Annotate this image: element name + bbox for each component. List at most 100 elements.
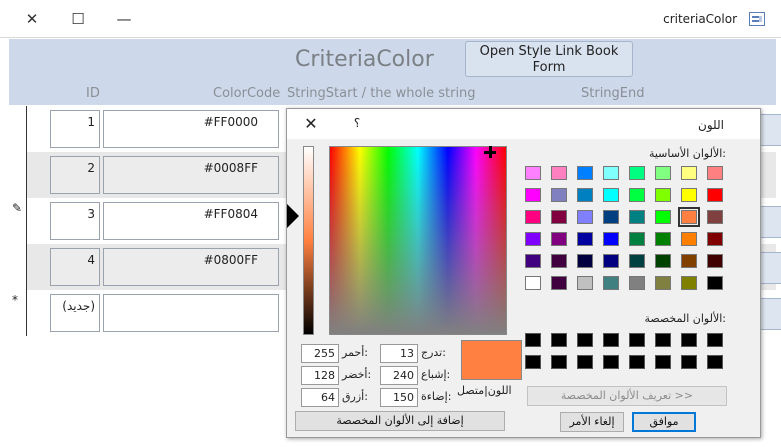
basic-color-swatch[interactable] bbox=[681, 188, 697, 202]
red-field[interactable]: 255 bbox=[301, 344, 339, 363]
basic-color-swatch[interactable] bbox=[577, 254, 593, 268]
custom-color-swatch[interactable] bbox=[603, 355, 619, 369]
basic-color-swatch[interactable] bbox=[525, 232, 541, 246]
cancel-button[interactable]: إلغاء الأمر bbox=[560, 412, 624, 432]
basic-color-swatch[interactable] bbox=[629, 254, 645, 268]
basic-color-swatch[interactable] bbox=[655, 276, 671, 290]
green-field[interactable]: 128 bbox=[301, 366, 339, 385]
basic-color-swatch[interactable] bbox=[603, 276, 619, 290]
custom-color-swatch[interactable] bbox=[525, 333, 541, 347]
id-field[interactable]: 2 bbox=[50, 156, 100, 194]
crosshair-icon[interactable] bbox=[484, 146, 496, 158]
close-window-button[interactable]: ✕ bbox=[18, 8, 46, 30]
basic-color-swatch[interactable] bbox=[577, 232, 593, 246]
custom-color-swatch[interactable] bbox=[707, 333, 723, 347]
luminance-arrow-icon[interactable] bbox=[287, 204, 299, 228]
lum-field[interactable]: 150 bbox=[380, 388, 418, 407]
basic-color-swatch[interactable] bbox=[707, 276, 723, 290]
row-action-button[interactable] bbox=[759, 206, 781, 238]
custom-color-swatch[interactable] bbox=[655, 355, 671, 369]
id-field[interactable]: 4 bbox=[50, 248, 100, 286]
basic-color-swatch[interactable] bbox=[707, 188, 723, 202]
basic-color-swatch[interactable] bbox=[655, 166, 671, 180]
basic-color-swatch[interactable] bbox=[681, 254, 697, 268]
basic-color-swatch[interactable] bbox=[577, 210, 593, 224]
define-custom-colors-button[interactable]: تعريف الألوان المخصصة >> bbox=[527, 386, 727, 406]
basic-color-swatch[interactable] bbox=[681, 166, 697, 180]
add-to-custom-colors-button[interactable]: إضافة إلى الألوان المخصصة bbox=[295, 411, 505, 431]
luminance-slider[interactable] bbox=[303, 146, 314, 335]
record-selector[interactable]: * bbox=[9, 290, 27, 336]
basic-color-swatch[interactable] bbox=[551, 188, 567, 202]
colorcode-field[interactable]: #0008FF bbox=[103, 156, 279, 194]
basic-color-swatch[interactable] bbox=[603, 232, 619, 246]
basic-color-swatch[interactable] bbox=[525, 188, 541, 202]
basic-color-swatch[interactable] bbox=[681, 232, 697, 246]
row-action-button[interactable] bbox=[759, 298, 781, 330]
basic-color-swatch[interactable] bbox=[629, 232, 645, 246]
colorcode-field[interactable] bbox=[103, 294, 279, 332]
basic-color-swatch[interactable] bbox=[707, 210, 723, 224]
custom-color-swatch[interactable] bbox=[681, 333, 697, 347]
basic-color-swatch[interactable] bbox=[678, 207, 700, 227]
custom-color-swatch[interactable] bbox=[655, 333, 671, 347]
custom-color-swatch[interactable] bbox=[681, 355, 697, 369]
basic-color-swatch[interactable] bbox=[655, 232, 671, 246]
basic-color-swatch[interactable] bbox=[629, 188, 645, 202]
colorcode-field[interactable]: #FF0000 bbox=[103, 110, 279, 148]
basic-color-swatch[interactable] bbox=[577, 188, 593, 202]
custom-color-swatch[interactable] bbox=[551, 333, 567, 347]
custom-color-swatch[interactable] bbox=[577, 333, 593, 347]
basic-color-swatch[interactable] bbox=[577, 276, 593, 290]
basic-color-swatch[interactable] bbox=[525, 166, 541, 180]
basic-color-swatch[interactable] bbox=[707, 232, 723, 246]
basic-color-swatch[interactable] bbox=[603, 254, 619, 268]
basic-color-swatch[interactable] bbox=[603, 188, 619, 202]
hue-field[interactable]: 13 bbox=[380, 344, 418, 363]
minimize-window-button[interactable]: — bbox=[110, 8, 138, 30]
row-action-button[interactable] bbox=[759, 114, 781, 146]
basic-color-swatch[interactable] bbox=[707, 254, 723, 268]
basic-color-swatch[interactable] bbox=[681, 276, 697, 290]
basic-color-swatch[interactable] bbox=[629, 166, 645, 180]
close-icon[interactable]: ✕ bbox=[301, 114, 321, 133]
custom-color-swatch[interactable] bbox=[629, 355, 645, 369]
maximize-window-button[interactable]: ☐ bbox=[64, 8, 92, 30]
ok-button[interactable]: موافق bbox=[632, 412, 696, 432]
basic-color-swatch[interactable] bbox=[525, 210, 541, 224]
custom-color-swatch[interactable] bbox=[551, 355, 567, 369]
basic-color-swatch[interactable] bbox=[629, 210, 645, 224]
record-selector[interactable]: ✎ bbox=[9, 198, 27, 244]
basic-color-swatch[interactable] bbox=[603, 210, 619, 224]
basic-color-swatch[interactable] bbox=[525, 276, 541, 290]
id-field[interactable]: 1 bbox=[50, 110, 100, 148]
basic-color-swatch[interactable] bbox=[551, 210, 567, 224]
record-selector[interactable] bbox=[9, 152, 27, 198]
blue-field[interactable]: 64 bbox=[301, 388, 339, 407]
help-icon[interactable]: ؟ bbox=[349, 116, 365, 130]
basic-color-swatch[interactable] bbox=[655, 188, 671, 202]
basic-color-swatch[interactable] bbox=[707, 166, 723, 180]
id-field[interactable]: (جديد) bbox=[50, 294, 100, 332]
basic-color-swatch[interactable] bbox=[577, 166, 593, 180]
basic-color-swatch[interactable] bbox=[629, 276, 645, 290]
basic-color-swatch[interactable] bbox=[603, 166, 619, 180]
record-selector[interactable] bbox=[9, 106, 27, 152]
basic-color-swatch[interactable] bbox=[551, 232, 567, 246]
basic-color-swatch[interactable] bbox=[655, 254, 671, 268]
basic-color-swatch[interactable] bbox=[551, 254, 567, 268]
record-selector[interactable] bbox=[9, 244, 27, 290]
basic-color-swatch[interactable] bbox=[525, 254, 541, 268]
sat-field[interactable]: 240 bbox=[380, 366, 418, 385]
open-style-link-button[interactable]: Open Style Link Book Form bbox=[465, 41, 633, 77]
row-action-button[interactable] bbox=[759, 252, 781, 284]
custom-color-swatch[interactable] bbox=[525, 355, 541, 369]
custom-color-swatch[interactable] bbox=[577, 355, 593, 369]
custom-color-swatch[interactable] bbox=[603, 333, 619, 347]
basic-color-swatch[interactable] bbox=[655, 210, 671, 224]
id-field[interactable]: 3 bbox=[50, 202, 100, 240]
color-spectrum[interactable] bbox=[329, 146, 507, 335]
custom-color-swatch[interactable] bbox=[629, 333, 645, 347]
custom-color-swatch[interactable] bbox=[707, 355, 723, 369]
basic-color-swatch[interactable] bbox=[551, 276, 567, 290]
